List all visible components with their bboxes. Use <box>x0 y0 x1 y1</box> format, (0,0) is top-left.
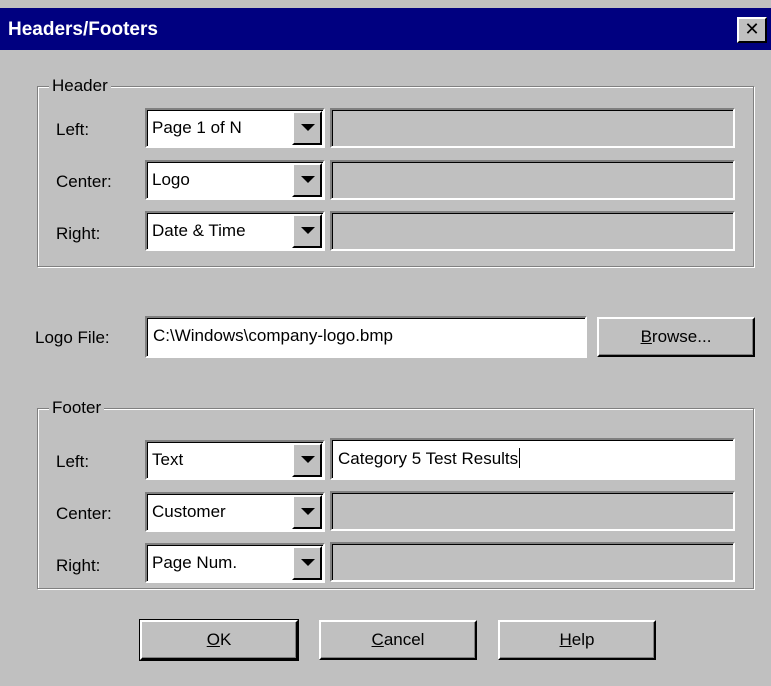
chevron-down-icon[interactable] <box>292 111 322 145</box>
chevron-down-icon[interactable] <box>292 163 322 197</box>
browse-label: rowse... <box>651 327 712 346</box>
footer-left-label: Left: <box>56 452 90 471</box>
header-right-selected-value: Date & Time <box>152 221 246 240</box>
footer-left-selected-value: Text <box>152 450 184 469</box>
header-center-selected-value: Logo <box>152 170 190 189</box>
ok-button[interactable]: OK <box>139 619 299 661</box>
headers-footers-dialog: Headers/Footers ✕ Header Left: Page 1 of… <box>0 0 771 686</box>
header-left-select[interactable]: Page 1 of N <box>145 108 325 148</box>
help-mnemonic: H <box>559 630 572 649</box>
cancel-button[interactable]: Cancel <box>319 620 477 660</box>
header-group-title: Header <box>49 76 111 96</box>
chevron-down-icon[interactable] <box>292 214 322 248</box>
header-left-selected-value: Page 1 of N <box>152 118 242 137</box>
cancel-label: ancel <box>383 630 425 649</box>
footer-left-select[interactable]: Text <box>145 440 325 480</box>
footer-center-text-field <box>330 491 735 531</box>
header-right-select[interactable]: Date & Time <box>145 211 325 251</box>
logo-file-label: Logo File: <box>35 328 110 347</box>
ok-label: K <box>219 630 232 649</box>
header-center-select[interactable]: Logo <box>145 160 325 200</box>
footer-right-selected-value: Page Num. <box>152 553 238 572</box>
help-button[interactable]: Help <box>498 620 656 660</box>
logo-file-input[interactable]: C:\Windows\company-logo.bmp <box>145 316 587 358</box>
ok-mnemonic: O <box>206 630 220 649</box>
footer-left-text-field[interactable]: Category 5 Test Results <box>330 438 735 480</box>
cancel-mnemonic: C <box>371 630 384 649</box>
text-caret <box>519 448 521 468</box>
footer-left-text: Category 5 Test Results <box>338 449 519 468</box>
header-center-label: Center: <box>56 172 112 191</box>
chevron-down-icon[interactable] <box>292 443 322 477</box>
footer-center-label: Center: <box>56 504 112 523</box>
footer-right-text-field <box>330 542 735 582</box>
chevron-down-icon[interactable] <box>292 495 322 529</box>
footer-center-select[interactable]: Customer <box>145 492 325 532</box>
browse-mnemonic: B <box>640 327 652 346</box>
header-right-text-field <box>330 211 735 251</box>
footer-center-selected-value: Customer <box>152 502 226 521</box>
help-label: elp <box>571 630 595 649</box>
footer-group-title: Footer <box>49 398 105 418</box>
header-left-text-field <box>330 108 735 148</box>
footer-right-select[interactable]: Page Num. <box>145 543 325 583</box>
close-button[interactable]: ✕ <box>737 17 767 43</box>
footer-right-label: Right: <box>56 556 101 575</box>
chevron-down-icon[interactable] <box>292 546 322 580</box>
title-bar[interactable]: Headers/Footers ✕ <box>0 8 771 50</box>
header-left-label: Left: <box>56 120 90 139</box>
window-title: Headers/Footers <box>8 19 158 40</box>
footer-left-text-value: Category 5 Test Results <box>338 448 521 469</box>
header-right-label: Right: <box>56 224 101 243</box>
close-icon: ✕ <box>744 19 760 39</box>
browse-button[interactable]: Browse... <box>597 317 755 357</box>
logo-file-value: C:\Windows\company-logo.bmp <box>153 326 393 345</box>
header-center-text-field <box>330 160 735 200</box>
